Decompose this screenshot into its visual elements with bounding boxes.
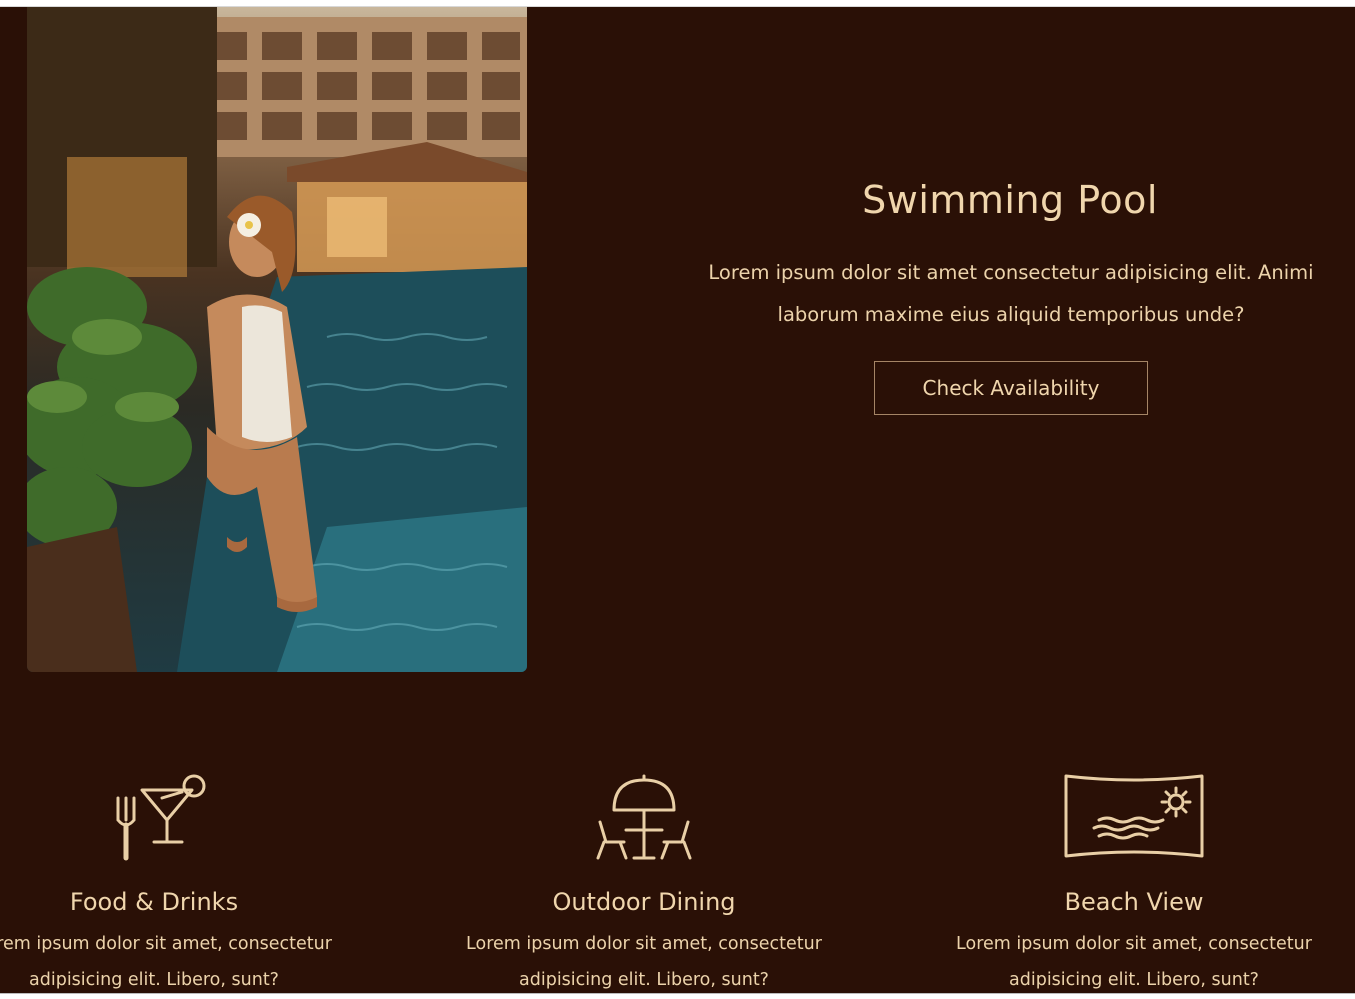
amenity-description: Lorem ipsum dolor sit amet, consectetur a…: [466, 934, 822, 990]
umbrella-table-icon: [596, 774, 692, 860]
amenity-description: Lorem ipsum dolor sit amet, consectetur a…: [0, 934, 332, 990]
pool-photo: [27, 7, 527, 672]
beach-view-icon: [1064, 774, 1204, 858]
browser-bottom-edge: [0, 993, 1355, 999]
amenity-title: Outdoor Dining: [552, 888, 736, 916]
feature-title: Swimming Pool: [862, 178, 1158, 222]
amenity-outdoor-dining: Outdoor Dining Lorem ipsum dolor sit ame…: [424, 770, 864, 998]
feature-description: Lorem ipsum dolor sit amet consectetur a…: [708, 261, 1314, 326]
amenity-beach-view: Beach View Lorem ipsum dolor sit amet, c…: [914, 770, 1354, 998]
amenity-title: Food & Drinks: [69, 888, 239, 916]
amenity-food-drinks: Food & Drinks Lorem ipsum dolor sit amet…: [0, 770, 374, 998]
check-availability-button[interactable]: Check Availability: [874, 361, 1148, 415]
cocktail-fork-icon: [116, 774, 206, 861]
amenity-description: Lorem ipsum dolor sit amet, consectetur a…: [956, 934, 1312, 990]
browser-top-edge: [0, 0, 1355, 7]
amenity-title: Beach View: [1064, 888, 1204, 916]
